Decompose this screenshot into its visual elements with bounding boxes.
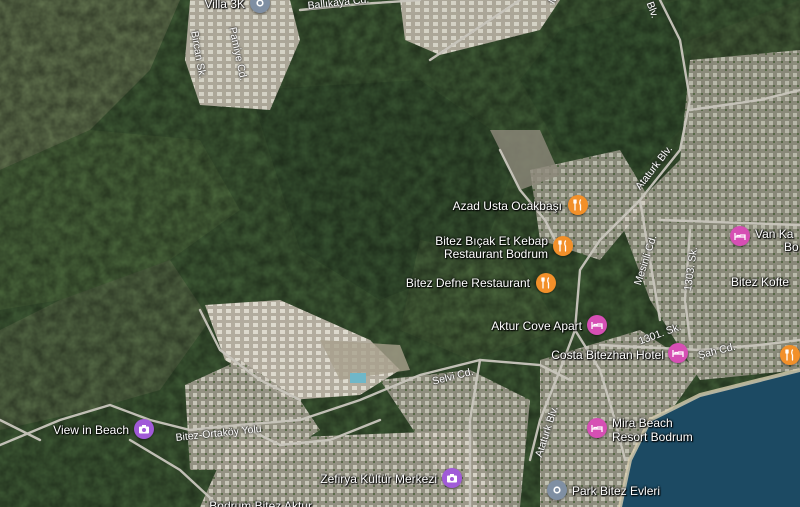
camera-icon (447, 474, 457, 483)
restaurant-pin-bitez-bicak[interactable] (553, 236, 573, 256)
fork-knife-icon (573, 199, 582, 211)
attraction-pin-view-in-beach[interactable] (134, 419, 154, 439)
place-label-bitez-defne[interactable]: Bitez Defne Restaurant (406, 276, 530, 290)
fork-knife-icon (541, 277, 550, 289)
restaurant-pin-bitez-defne[interactable] (536, 273, 556, 293)
place-label-van-1[interactable]: Van Ka (755, 227, 793, 241)
place-label-van-2[interactable]: Bo (784, 240, 799, 254)
place-label-bitez-kofte[interactable]: Bitez Kofte (731, 275, 789, 289)
camera-icon (139, 425, 149, 434)
fork-knife-icon (785, 349, 794, 361)
place-label-park-bitez[interactable]: Park Bitez Evleri (572, 484, 660, 498)
lodging-pin-costa[interactable] (668, 343, 688, 363)
lodging-pin-aktur[interactable] (587, 315, 607, 335)
restaurant-pin-edge[interactable] (780, 345, 800, 365)
place-label-villa[interactable]: Villa 3K (205, 0, 245, 11)
bed-icon (591, 322, 603, 329)
place-pin-park-bitez[interactable] (547, 480, 567, 500)
place-label-azad[interactable]: Azad Usta Ocakbaşı (453, 199, 562, 213)
satellite-map[interactable]: Ballıkaya Cd. Pamiye Cd. Bircan Sk. M Bl… (0, 0, 800, 507)
place-label-view-in-beach[interactable]: View in Beach (53, 423, 129, 437)
lodging-pin-van[interactable] (730, 226, 750, 246)
bed-icon (734, 233, 746, 240)
place-label-aktur[interactable]: Aktur Cove Apart (491, 319, 582, 333)
place-label-zefirya[interactable]: Zefirya Kültür Merkezi (320, 472, 437, 486)
place-label-mira-2[interactable]: Resort Bodrum (612, 430, 693, 444)
place-label-mira-1[interactable]: Mira Beach (612, 416, 673, 430)
place-label-bitez-bicak-2[interactable]: Restaurant Bodrum (444, 247, 548, 261)
location-pin-icon (256, 0, 264, 7)
location-pin-icon (553, 486, 561, 494)
place-label-costa[interactable]: Costa Bitezhan Hotel (551, 348, 664, 362)
lodging-pin-mira[interactable] (587, 418, 607, 438)
fork-knife-icon (558, 240, 567, 252)
place-label-bitez-bicak-1[interactable]: Bitez Bıçak Et Kebap (435, 234, 548, 248)
attraction-pin-zefirya[interactable] (442, 468, 462, 488)
bed-icon (672, 350, 684, 357)
bed-icon (591, 425, 603, 432)
place-label-bodrum-bitez[interactable]: Bodrum Bitez Aktur (209, 499, 312, 507)
restaurant-pin-azad[interactable] (568, 195, 588, 215)
